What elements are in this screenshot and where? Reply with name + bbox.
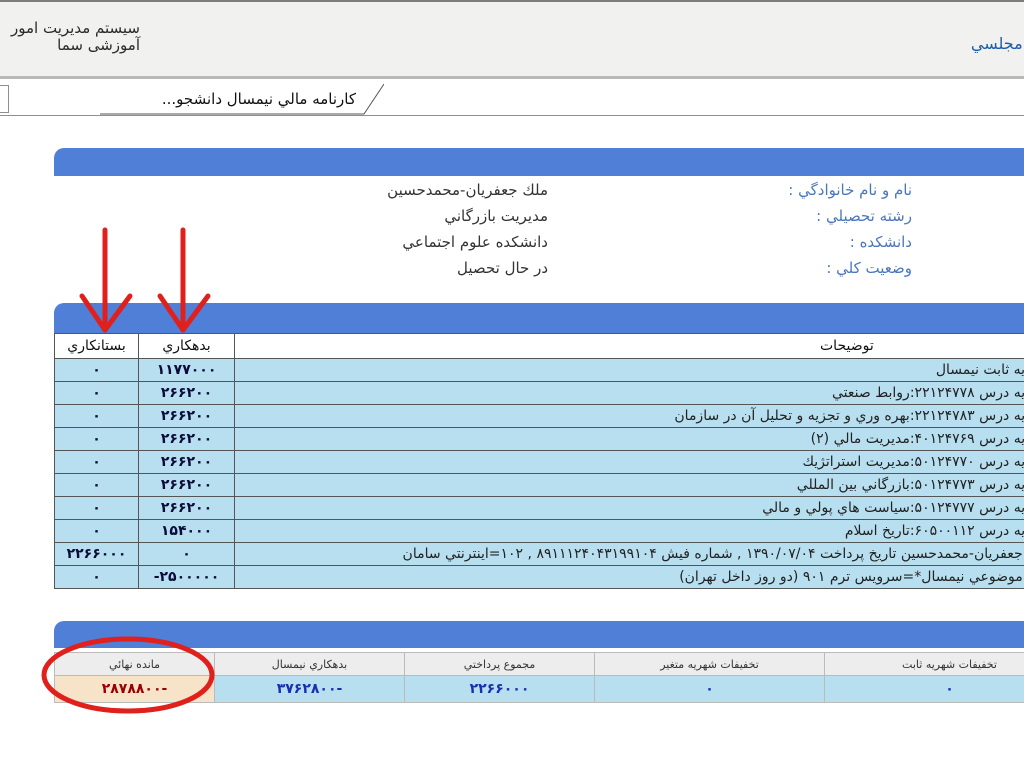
- debit-cell: ۲۶۶۲۰۰: [138, 496, 235, 520]
- credit-cell: ۲۲۶۶۰۰۰: [54, 542, 139, 566]
- description-cell: شهريه درس ۴۰۱۲۴۷۶۹:مديريت مالي (۲): [234, 427, 1024, 451]
- credit-cell: ۰: [54, 450, 139, 474]
- debit-column-header: بدهكاري: [138, 333, 235, 359]
- description-cell: شهريه ثابت نيمسال: [234, 358, 1024, 382]
- credit-cell: ۰: [54, 519, 139, 543]
- fixed-discount-value: ۰: [824, 675, 1024, 703]
- total-paid-header: مجموع پرداختي: [404, 652, 595, 676]
- description-cell: شهريه درس ۲۲۱۲۴۷۷۸:روابط صنعتي: [234, 381, 1024, 405]
- credit-cell: ۰: [54, 473, 139, 497]
- credit-cell: ۰: [54, 358, 139, 382]
- student-info-header: [54, 148, 1024, 176]
- faculty-value: دانشكده علوم اجتماعي: [402, 233, 548, 251]
- debit-cell: ۱۵۴۰۰۰: [138, 519, 235, 543]
- final-balance-header: مانده نهائي: [54, 652, 215, 676]
- table-row: ۲۲۶۶۰۰۰ ۰ ملك جعفريان-محمدحسين تاريخ پرد…: [54, 542, 1024, 566]
- major-value: مديريت بازرگاني: [444, 207, 548, 225]
- transactions-header: [54, 303, 1024, 333]
- description-cell: شهريه درس ۶۰۵۰۰۱۱۲:تاريخ اسلام: [234, 519, 1024, 543]
- debit-cell: ۲۶۶۲۰۰: [138, 404, 235, 428]
- tab-label: کارنامه مالي نيمسال دانشجو...: [161, 90, 356, 108]
- total-paid-value: ۲۲۶۶۰۰۰: [404, 675, 595, 703]
- description-column-header: توضيحات: [234, 333, 1024, 359]
- transactions-table: بستانكاري بدهكاري توضيحات ۰ ۱۱۷۷۰۰۰ شهري…: [54, 333, 1024, 589]
- table-row: ۰ ۱۵۴۰۰۰ شهريه درس ۶۰۵۰۰۱۱۲:تاريخ اسلام: [54, 519, 1024, 543]
- credit-cell: ۰: [54, 404, 139, 428]
- debit-cell: ۰: [138, 542, 235, 566]
- credit-cell: ۰: [54, 565, 139, 589]
- credit-cell: ۰: [54, 496, 139, 520]
- debit-cell: ۲۶۶۲۰۰: [138, 427, 235, 451]
- table-row: ۰ ۲۶۶۲۰۰ شهريه درس ۲۲۱۲۴۷۷۸:روابط صنعتي: [54, 381, 1024, 405]
- table-row: ۰ ۲۶۶۲۰۰ شهريه درس ۲۲۱۲۴۷۸۳:بهره وري و ت…: [54, 404, 1024, 428]
- app-title-line2: آموزشی سما: [57, 36, 140, 54]
- app-header: [0, 0, 1024, 79]
- fixed-discount-header: تخفيفات شهريه ثابت: [824, 652, 1024, 676]
- tab-bar-stub: [0, 85, 9, 113]
- table-row: ۰ ۱۱۷۷۰۰۰ شهريه ثابت نيمسال: [54, 358, 1024, 382]
- description-cell: شهريه درس ۲۲۱۲۴۷۸۳:بهره وري و تجزيه و تح…: [234, 404, 1024, 428]
- semester-debit-value: ۳۷۶۲۸۰۰-: [214, 675, 405, 703]
- name-label: نام و نام خانوادگي :: [788, 181, 912, 199]
- faculty-label: دانشكده :: [849, 233, 912, 251]
- description-cell: شهريه درس ۵۰۱۲۴۷۷۰:مديريت استراتژيك: [234, 450, 1024, 474]
- credit-column-header: بستانكاري: [54, 333, 139, 359]
- name-value: ملك جعفريان-محمدحسين: [387, 181, 548, 199]
- major-label: رشته تحصيلي :: [816, 207, 912, 225]
- description-cell: شهريه درس ۵۰۱۲۴۷۷۷:سياست هاي پولي و مالي: [234, 496, 1024, 520]
- debit-cell: ۲۶۶۲۰۰: [138, 381, 235, 405]
- table-row: ۰ ۲۶۶۲۰۰ شهريه درس ۵۰۱۲۴۷۷۰:مديريت استرا…: [54, 450, 1024, 474]
- table-row: ۰ ۲۶۶۲۰۰ شهريه درس ۴۰۱۲۴۷۶۹:مديريت مالي …: [54, 427, 1024, 451]
- transactions-header-row: بستانكاري بدهكاري توضيحات: [54, 333, 1024, 359]
- summary-value-row: ۲۸۷۸۸۰۰- ۳۷۶۲۸۰۰- ۲۲۶۶۰۰۰ ۰ ۰: [54, 675, 1024, 703]
- app-title: سیستم مدیریت امور آموزشی سما: [11, 20, 140, 54]
- user-name: علامه مجلسي: [970, 34, 1024, 53]
- summary-table: مانده نهائي بدهكاري نيمسال مجموع پرداختي…: [54, 652, 1024, 703]
- variable-discount-header: تخفيفات شهريه متغير: [594, 652, 825, 676]
- description-cell: شهريه درس ۵۰۱۲۴۷۷۳:بازرگاني بين المللي: [234, 473, 1024, 497]
- debit-cell: ۲۶۶۲۰۰: [138, 473, 235, 497]
- status-label: وضعيت كلي :: [826, 259, 912, 277]
- variable-discount-value: ۰: [594, 675, 825, 703]
- app-title-line1: سیستم مدیریت امور: [11, 19, 140, 37]
- final-balance-value: ۲۸۷۸۸۰۰-: [54, 675, 215, 703]
- credit-cell: ۰: [54, 427, 139, 451]
- semester-debit-header: بدهكاري نيمسال: [214, 652, 405, 676]
- summary-header: [54, 621, 1024, 648]
- debit-cell: ۲۶۶۲۰۰: [138, 450, 235, 474]
- table-row: ۰ ۲۶۶۲۰۰ شهريه درس ۵۰۱۲۴۷۷۳:بازرگاني بين…: [54, 473, 1024, 497]
- tab-student-financial-report[interactable]: کارنامه مالي نيمسال دانشجو...: [100, 84, 384, 115]
- description-cell: مبلغ موضوعي نيمسال*=سرويس ترم ۹۰۱ (دو رو…: [234, 565, 1024, 589]
- debit-cell: -۲۵۰۰۰۰۰: [138, 565, 235, 589]
- description-cell: ملك جعفريان-محمدحسين تاريخ پرداخت ۱۳۹۰/۰…: [234, 542, 1024, 566]
- status-value: در حال تحصيل: [457, 259, 548, 277]
- credit-cell: ۰: [54, 381, 139, 405]
- table-row: ۰ ۲۶۶۲۰۰ شهريه درس ۵۰۱۲۴۷۷۷:سياست هاي پو…: [54, 496, 1024, 520]
- debit-cell: ۱۱۷۷۰۰۰: [138, 358, 235, 382]
- summary-header-row: مانده نهائي بدهكاري نيمسال مجموع پرداختي…: [54, 652, 1024, 676]
- table-row: ۰ -۲۵۰۰۰۰۰ مبلغ موضوعي نيمسال*=سرويس ترم…: [54, 565, 1024, 589]
- header-divider: [0, 0, 1024, 2]
